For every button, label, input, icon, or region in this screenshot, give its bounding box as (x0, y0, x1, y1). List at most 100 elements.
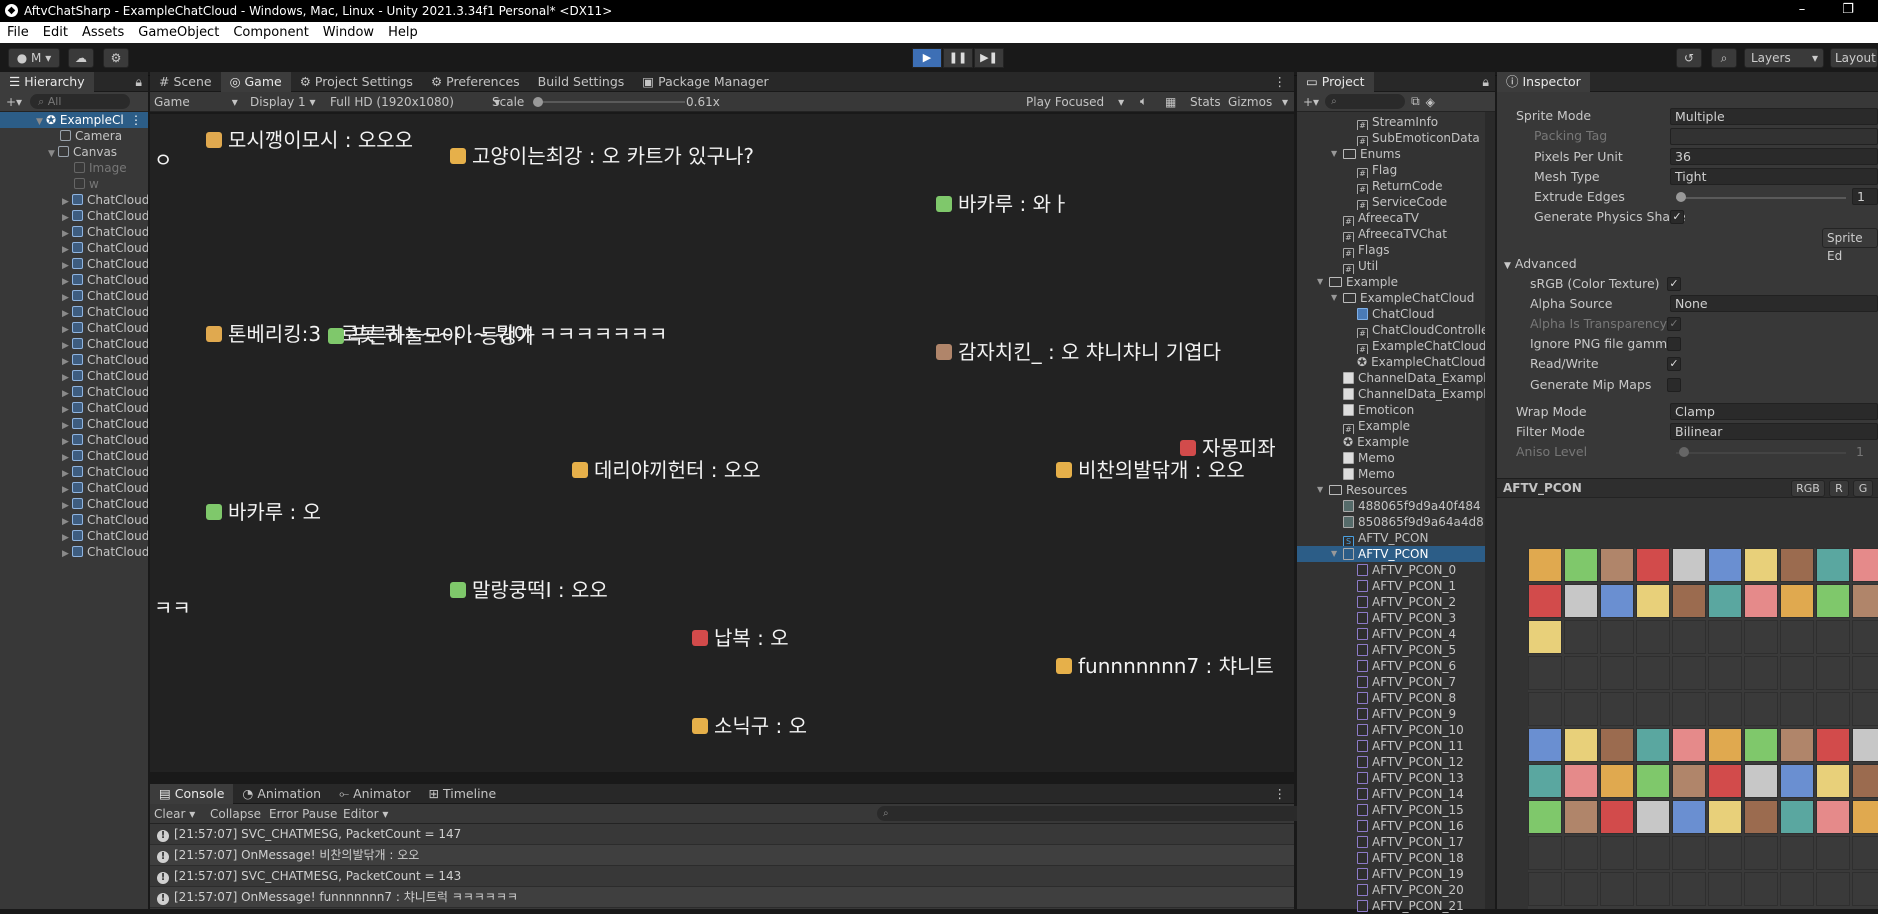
extrude-edges-handle[interactable] (1676, 192, 1686, 202)
menu-window[interactable]: Window (316, 25, 381, 40)
expand-arrow-icon[interactable]: ▶ (62, 226, 72, 240)
expand-arrow-icon[interactable]: ▶ (62, 258, 72, 272)
mesh-type-dropdown[interactable]: Tight (1670, 168, 1878, 185)
editor-dropdown[interactable]: Editor ▾ (343, 807, 388, 821)
expand-arrow-icon[interactable]: ▶ (62, 546, 72, 560)
expand-arrow-icon[interactable]: ▶ (62, 338, 72, 352)
add-icon[interactable]: +▾ (1303, 95, 1319, 109)
expand-arrow-icon[interactable]: ▼ (1331, 146, 1337, 162)
search-button[interactable]: ⌕ (1711, 48, 1737, 68)
label-icon[interactable]: ◈ (1426, 95, 1435, 109)
project-item[interactable]: S AFTV_PCON (1297, 530, 1485, 546)
hierarchy-item-image[interactable]: Image (0, 160, 148, 176)
aspect-icon[interactable]: ▦ (1165, 95, 1176, 109)
expand-arrow-icon[interactable]: ▶ (62, 210, 72, 224)
hierarchy-item-chatcloud[interactable]: ▶ ChatCloud (0, 256, 148, 272)
clear-button[interactable]: Clear ▾ (154, 807, 195, 821)
expand-arrow-icon[interactable]: ▶ (62, 466, 72, 480)
project-item[interactable]: 488065f9d9a40f484 (1297, 498, 1485, 514)
project-item[interactable]: # Example (1297, 418, 1485, 434)
expand-arrow-icon[interactable]: ▼ (1317, 482, 1323, 498)
expand-arrow-icon[interactable]: ▶ (62, 242, 72, 256)
expand-arrow-icon[interactable]: ▼ (36, 114, 46, 128)
game-mode-dropdown[interactable]: Game ▾ (154, 95, 238, 109)
hierarchy-item-chatcloud[interactable]: ▶ ChatCloud (0, 448, 148, 464)
chevron-down-icon[interactable]: ▾ (1282, 95, 1288, 109)
tab-preferences[interactable]: ⚙ Preferences (422, 72, 529, 92)
expand-arrow-icon[interactable]: ▶ (62, 482, 72, 496)
project-item[interactable]: # Flags (1297, 242, 1485, 258)
project-item[interactable]: AFTV_PCON_0 (1297, 562, 1485, 578)
project-item[interactable]: AFTV_PCON_21 (1297, 898, 1485, 914)
project-item[interactable]: AFTV_PCON_18 (1297, 850, 1485, 866)
expand-arrow-icon[interactable]: ▼ (1331, 546, 1337, 562)
tab-hierarchy[interactable]: ☰ Hierarchy (0, 71, 94, 92)
expand-arrow-icon[interactable]: ▶ (62, 354, 72, 368)
hierarchy-item-chatcloud[interactable]: ▶ ChatCloud (0, 336, 148, 352)
tab-inspector[interactable]: ⓘ Inspector (1497, 71, 1590, 92)
expand-arrow-icon[interactable]: ▶ (62, 450, 72, 464)
filter-type-icon[interactable]: ⧉ (1411, 94, 1420, 109)
lock-icon[interactable]: 🔒︎ (1482, 74, 1489, 90)
project-scrollbar[interactable] (1485, 112, 1495, 909)
project-item[interactable]: AFTV_PCON_10 (1297, 722, 1485, 738)
project-item[interactable]: AFTV_PCON_15 (1297, 802, 1485, 818)
advanced-foldout[interactable]: ▼ Advanced (1504, 255, 1577, 273)
tab-game[interactable]: ◎ Game (220, 71, 291, 92)
hierarchy-item-chatcloud[interactable]: ▶ ChatCloud (0, 480, 148, 496)
wrap-mode-dropdown[interactable]: Clamp (1670, 403, 1878, 420)
tab-console[interactable]: ▤ Console (150, 783, 234, 804)
expand-arrow-icon[interactable]: ▶ (62, 530, 72, 544)
hierarchy-item-chatcloud[interactable]: ▶ ChatCloud (0, 416, 148, 432)
project-search-input[interactable]: ⌕ (1325, 94, 1406, 109)
hierarchy-item-chatcloud[interactable]: ▶ ChatCloud (0, 528, 148, 544)
hierarchy-item-chatcloud[interactable]: ▶ ChatCloud (0, 288, 148, 304)
project-item[interactable]: Memo (1297, 466, 1485, 482)
console-log-row[interactable]: ! [21:57:07] SVC_CHATMESG, PacketCount = … (150, 866, 1294, 887)
expand-arrow-icon[interactable]: ▼ (1331, 290, 1337, 306)
project-item[interactable]: # ExampleChatCloud (1297, 338, 1485, 354)
expand-arrow-icon[interactable]: ▼ (48, 146, 58, 160)
project-item[interactable]: AFTV_PCON_12 (1297, 754, 1485, 770)
r-channel-button[interactable]: R (1829, 480, 1849, 497)
project-item[interactable]: ChannelData_Example (1297, 370, 1485, 386)
hierarchy-item-chatcloud[interactable]: ▶ ChatCloud (0, 240, 148, 256)
project-item[interactable]: ▼ ExampleChatCloud (1297, 290, 1485, 306)
expand-arrow-icon[interactable]: ▶ (62, 274, 72, 288)
hierarchy-item-chatcloud[interactable]: ▶ ChatCloud (0, 208, 148, 224)
hierarchy-scene-root[interactable]: ▼ ✪ ExampleCl ⋮ (0, 112, 148, 128)
game-view[interactable]: 모시깽이모시 : 오오오 고양이는최강 : 오 카트가 있구나? 바카루 : 와ㅏ ㅇ… (150, 114, 1294, 772)
project-item[interactable]: ✪ Example (1297, 434, 1485, 450)
expand-arrow-icon[interactable]: ▶ (62, 306, 72, 320)
project-item[interactable]: # Util (1297, 258, 1485, 274)
collapse-button[interactable]: Collapse (210, 807, 261, 821)
expand-arrow-icon[interactable]: ▶ (62, 498, 72, 512)
physics-shape-checkbox[interactable]: ✓ (1670, 210, 1684, 224)
project-item[interactable]: AFTV_PCON_7 (1297, 674, 1485, 690)
stats-button[interactable]: Stats (1190, 95, 1221, 109)
kebab-menu-icon[interactable]: ⋮ (130, 112, 142, 128)
expand-arrow-icon[interactable]: ▶ (62, 322, 72, 336)
lock-icon[interactable]: 🔒︎ (135, 74, 142, 90)
mute-audio-icon[interactable]: 🔈︎ (1140, 94, 1147, 109)
project-item[interactable]: AFTV_PCON_13 (1297, 770, 1485, 786)
project-item[interactable]: AFTV_PCON_5 (1297, 642, 1485, 658)
layers-dropdown[interactable]: Layers ▾ (1744, 48, 1824, 68)
hierarchy-item-canvas[interactable]: ▼ Canvas (0, 144, 148, 160)
srgb-checkbox[interactable]: ✓ (1667, 277, 1681, 291)
project-item[interactable]: # ReturnCode (1297, 178, 1485, 194)
project-item[interactable]: Memo (1297, 450, 1485, 466)
extrude-edges-field[interactable]: 1 (1852, 188, 1878, 205)
expand-arrow-icon[interactable]: ▶ (62, 290, 72, 304)
hierarchy-item-chatcloud[interactable]: ▶ ChatCloud (0, 192, 148, 208)
project-item[interactable]: Emoticon (1297, 402, 1485, 418)
play-focused-dropdown[interactable]: Play Focused ▾ (1026, 95, 1124, 109)
project-item[interactable]: AFTV_PCON_1 (1297, 578, 1485, 594)
mip-maps-checkbox[interactable] (1667, 378, 1681, 392)
hierarchy-item-chatcloud[interactable]: ▶ ChatCloud (0, 400, 148, 416)
project-item[interactable]: AFTV_PCON_11 (1297, 738, 1485, 754)
pixels-per-unit-field[interactable]: 36 (1670, 148, 1878, 165)
ignore-png-gamma-checkbox[interactable] (1667, 337, 1681, 351)
hierarchy-item-chatcloud[interactable]: ▶ ChatCloud (0, 272, 148, 288)
expand-arrow-icon[interactable]: ▶ (62, 514, 72, 528)
